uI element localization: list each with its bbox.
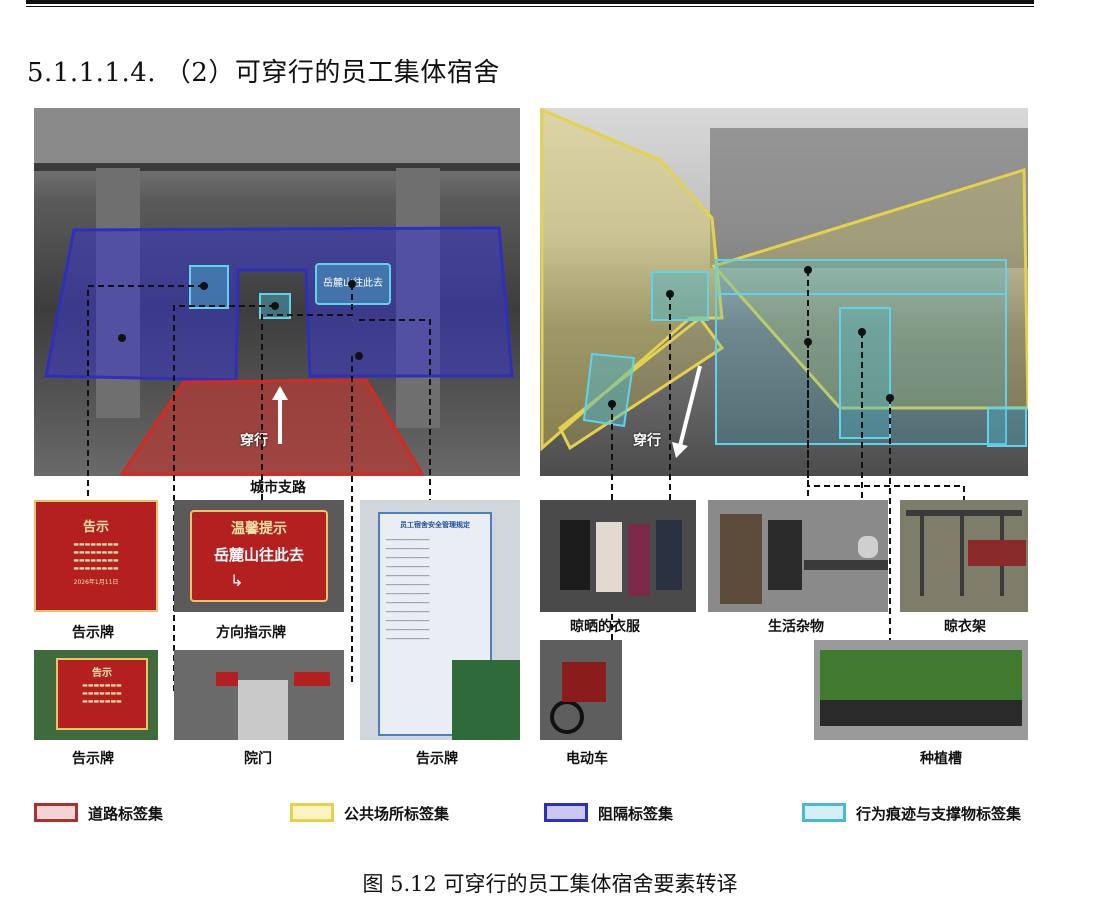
drying-clothes-photo — [540, 500, 696, 612]
connector-notice-1 — [87, 285, 204, 500]
figure-caption: 图 5.12 可穿行的员工集体宿舍要素转译 — [362, 872, 738, 896]
legend-label-behavior: 行为痕迹与支撑物标签集 — [856, 805, 1022, 823]
drying-rack-caption: 晾衣架 — [944, 619, 986, 635]
connector-direction — [261, 284, 353, 500]
legend-swatch-road — [34, 803, 78, 822]
direction-sign-caption: 方向指示牌 — [216, 625, 286, 641]
household-items-caption: 生活杂物 — [768, 619, 824, 635]
direction-arrow-icon: ↳ — [230, 571, 244, 590]
notice-board-2-sign: 告示 ▬▬▬▬▬▬▬ ▬▬▬▬▬▬▬ ▬▬▬▬▬▬▬ — [56, 658, 148, 730]
plant-foliage — [452, 660, 520, 740]
legend-label-barrier: 阻隔标签集 — [598, 805, 674, 823]
gate-sign-right — [294, 672, 330, 686]
courtyard-gate-photo — [174, 650, 344, 740]
household-items-photo — [708, 500, 888, 612]
connector-rack — [807, 342, 965, 500]
drying-clothes-caption: 晾晒的衣服 — [570, 619, 640, 635]
notice-2-body: ▬▬▬▬▬▬▬ ▬▬▬▬▬▬▬ ▬▬▬▬▬▬▬ — [82, 682, 122, 705]
direction-sign-photo: 温馨提示 岳麓山往此去 ↳ — [174, 500, 344, 612]
notice-1-body: ▬▬▬▬▬▬▬▬ ▬▬▬▬▬▬▬▬ ▬▬▬▬▬▬▬▬ ▬▬▬▬▬▬▬▬ — [73, 541, 119, 572]
planter-caption: 种植槽 — [920, 751, 962, 767]
connector-rules — [359, 319, 431, 500]
direction-sign-title: 温馨提示 — [231, 521, 287, 537]
rules-board-photo: 员工宿舍安全管理规定 ──────────── ──────────── ─────… — [360, 500, 520, 740]
notice-board-1-caption: 告示牌 — [72, 625, 114, 641]
connector-lines — [87, 270, 965, 692]
direction-sign-board: 温馨提示 岳麓山往此去 ↳ — [190, 510, 328, 602]
rules-board-caption: 告示牌 — [416, 751, 458, 767]
legend-swatch-public — [290, 803, 334, 822]
rules-board-title: 员工宿舍安全管理规定 — [400, 521, 470, 529]
planter-photo — [814, 640, 1028, 740]
legend-swatch-barrier — [544, 803, 588, 822]
e-bike-caption: 电动车 — [566, 751, 608, 767]
e-bike-photo — [540, 640, 622, 740]
notice-1-date: 2026年1月11日 — [73, 579, 119, 586]
notice-board-1-photo: 告示 ▬▬▬▬▬▬▬▬ ▬▬▬▬▬▬▬▬ ▬▬▬▬▬▬▬▬ ▬▬▬▬▬▬▬▬ 2026… — [34, 500, 158, 612]
notice-board-2-photo: 告示 ▬▬▬▬▬▬▬ ▬▬▬▬▬▬▬ ▬▬▬▬▬▬▬ — [34, 650, 158, 740]
notice-1-title: 告示 — [82, 520, 109, 535]
notice-board-2-caption: 告示牌 — [72, 751, 114, 767]
gate-opening — [238, 680, 288, 740]
notice-2-title: 告示 — [92, 668, 112, 679]
rules-board-body: ──────────── ──────────── ──────────── ────… — [386, 537, 430, 643]
legend-label-public: 公共场所标签集 — [344, 805, 450, 823]
legend-swatch-behavior — [802, 803, 846, 822]
drying-rack-photo — [900, 500, 1028, 612]
gate-sign-left — [216, 672, 238, 686]
direction-sign-text: 岳麓山往此去 — [213, 546, 304, 564]
courtyard-gate-caption: 院门 — [244, 751, 272, 767]
legend-label-road: 道路标签集 — [88, 805, 164, 823]
